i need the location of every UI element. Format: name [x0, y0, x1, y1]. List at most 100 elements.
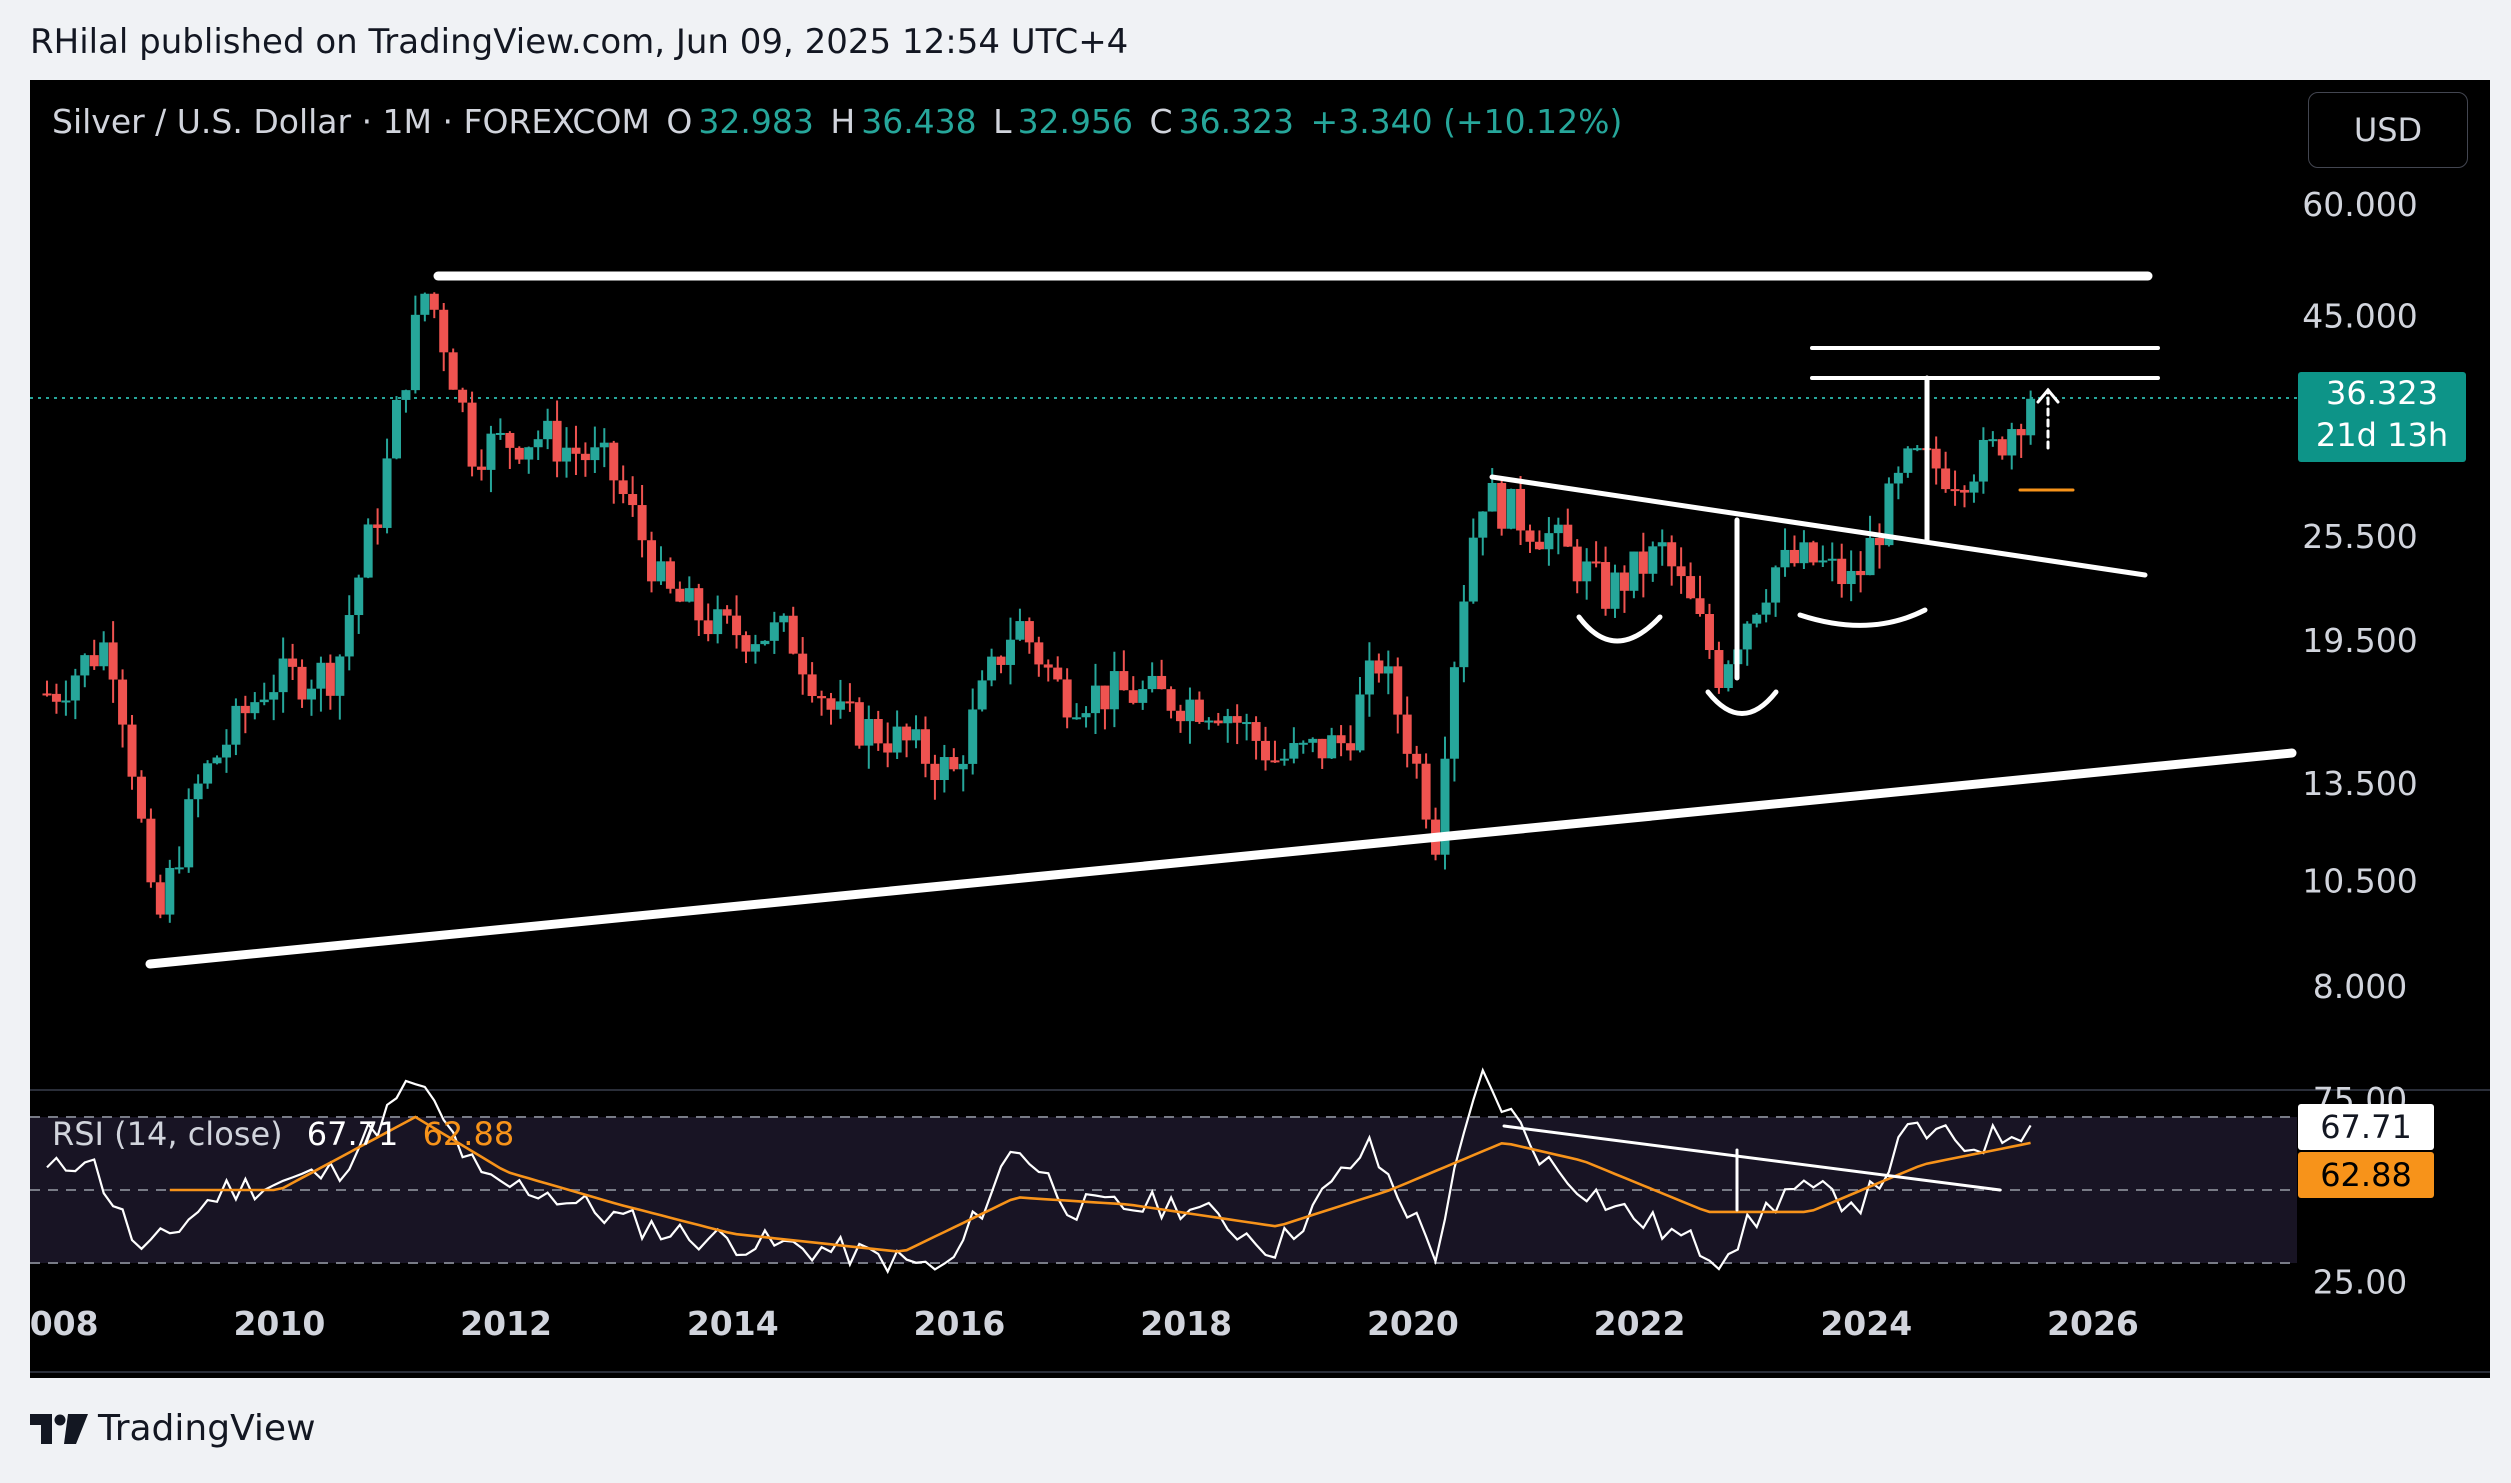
candle [1534, 541, 1544, 550]
candle [1289, 743, 1299, 759]
time-tick-label: 2020 [1367, 1304, 1459, 1343]
candle [826, 698, 836, 710]
candle [1478, 511, 1488, 538]
candle [250, 702, 260, 714]
candle [637, 505, 647, 541]
candle [80, 655, 90, 676]
candle [155, 882, 165, 915]
time-tick-label: 2014 [687, 1304, 779, 1343]
candle [288, 658, 298, 667]
time-tick-label: 2012 [460, 1304, 552, 1343]
candle [1024, 621, 1034, 643]
symbol-title: Silver / U.S. Dollar · 1M · FOREXCOM [52, 102, 650, 141]
candle [1166, 689, 1176, 711]
candle [788, 615, 798, 654]
footer-brand-label: TradingView [98, 1408, 316, 1449]
candle [1393, 666, 1403, 715]
symbol-legend: Silver / U.S. Dollar · 1M · FOREXCOM O 32… [52, 102, 1628, 141]
candle [1251, 722, 1261, 741]
candle [845, 701, 855, 704]
candle [240, 705, 250, 714]
candle [1015, 621, 1025, 640]
price-tick-label: 19.500 [2302, 621, 2417, 660]
candle [203, 763, 213, 784]
candle [1128, 690, 1138, 703]
candle [543, 420, 553, 440]
candle [1912, 448, 1922, 451]
high-label: H [830, 102, 856, 141]
candle [1846, 570, 1856, 585]
candle [118, 679, 128, 725]
candle [1346, 743, 1356, 751]
time-axis: 2008 2010 2012 2014 2016 2018 2020 2022 2024 2026 [30, 1304, 2139, 1343]
candle [1572, 546, 1582, 582]
candle [713, 609, 723, 635]
candle [1648, 546, 1658, 574]
candle [1563, 524, 1573, 547]
chart-area[interactable]: 60.000 45.000 25.500 19.500 13.500 10.500 8.00… [30, 80, 2490, 1378]
candle [1364, 660, 1374, 695]
candle [590, 447, 600, 461]
time-tick-label: 2010 [233, 1304, 325, 1343]
candle [1686, 576, 1696, 599]
footer-brand[interactable]: TradingView [30, 1408, 316, 1449]
candle [306, 688, 316, 700]
candle [212, 757, 222, 764]
candle [1487, 482, 1497, 512]
candle [259, 699, 269, 703]
candle [1119, 671, 1129, 691]
price-chart[interactable]: 60.000 45.000 25.500 19.500 13.500 10.500 8.00… [30, 80, 2490, 1378]
candle [1194, 699, 1204, 722]
time-tick-label: 2026 [2047, 1304, 2139, 1343]
candle [1468, 537, 1478, 602]
candle [1383, 666, 1393, 674]
candle [1421, 763, 1431, 820]
candle [505, 432, 515, 448]
candle [1553, 524, 1563, 534]
candle [1449, 667, 1459, 759]
candle [1780, 549, 1790, 568]
candle [99, 642, 109, 667]
candle [1742, 623, 1752, 650]
currency-button[interactable]: USD [2308, 92, 2468, 168]
candle [864, 719, 874, 746]
candle [486, 433, 496, 470]
rsi-tick-label: 25.00 [2313, 1262, 2407, 1301]
candle [1704, 613, 1714, 651]
candle [911, 729, 921, 741]
candle [1629, 551, 1639, 591]
candle [1874, 537, 1884, 546]
candle [1638, 551, 1648, 574]
candle [524, 447, 534, 460]
candle [108, 642, 118, 680]
candle [628, 494, 638, 506]
candle [448, 352, 458, 390]
candle [883, 743, 893, 753]
low-label: L [993, 102, 1012, 141]
candle [1761, 602, 1771, 615]
candle [61, 700, 71, 703]
candle [1827, 558, 1837, 561]
candle [1185, 699, 1195, 722]
right-shoulder-arc [1797, 607, 1928, 628]
candle [1591, 561, 1601, 564]
rsi-label: RSI (14, close) [52, 1115, 283, 1153]
candle [146, 818, 156, 883]
candle [391, 399, 401, 459]
candle [949, 757, 959, 770]
candle [1261, 740, 1271, 761]
candle [684, 588, 694, 602]
candle [1506, 488, 1516, 529]
candle [1931, 448, 1941, 469]
candle [1714, 650, 1724, 688]
candle [618, 480, 628, 495]
candle [1950, 489, 1960, 492]
candle [920, 729, 930, 764]
candle [278, 658, 288, 693]
bar-countdown: 21d 13h [2315, 416, 2449, 454]
candle [1695, 598, 1705, 614]
candle [1232, 716, 1242, 723]
candle [1978, 439, 1988, 482]
candle [798, 653, 808, 675]
candle [477, 466, 487, 470]
